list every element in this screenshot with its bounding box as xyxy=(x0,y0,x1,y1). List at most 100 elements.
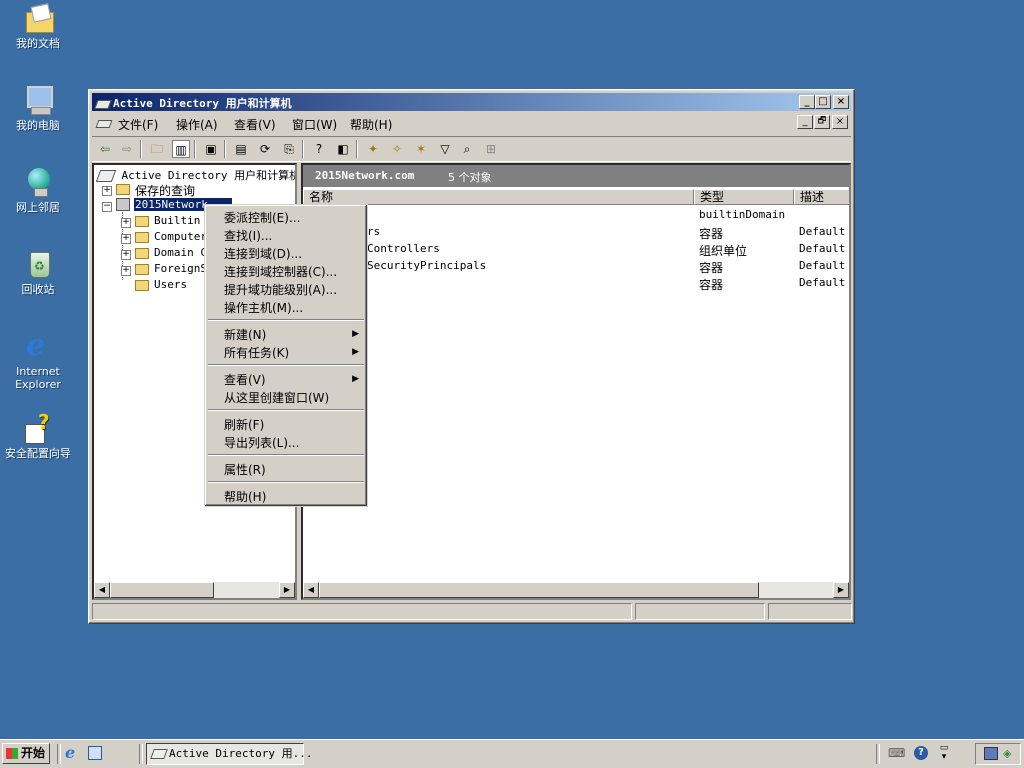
context-menu: 委派控制(E)... 查找(I)... 连接到域(D)... 连接到域控制器(C… xyxy=(204,204,368,507)
system-tray: ◈ xyxy=(975,743,1021,765)
close-button[interactable]: × xyxy=(833,95,849,109)
menu-item-all-tasks[interactable]: 所有任务(K) xyxy=(224,344,289,361)
column-header-description[interactable]: 描述 xyxy=(794,189,849,205)
column-header-type[interactable]: 类型 xyxy=(694,189,794,205)
status-panel xyxy=(92,603,632,620)
tray-separator xyxy=(876,744,880,764)
desktop-icon-internet-explorer[interactable]: e Internet Explorer xyxy=(0,328,76,392)
tree-item-domain-controllers[interactable]: Domain C xyxy=(154,246,207,259)
menu-item-new-window-from-here[interactable]: 从这里创建窗口(W) xyxy=(224,389,329,406)
window-title: Active Directory 用户和计算机 xyxy=(113,97,292,110)
network-tray-icon[interactable]: ⌨ xyxy=(888,746,905,760)
console-tree-icon[interactable]: ◧ xyxy=(334,140,352,158)
details-horizontal-scrollbar[interactable]: ◀ ▶ xyxy=(303,582,849,598)
scroll-left-button[interactable]: ◀ xyxy=(94,582,110,598)
properties-icon[interactable]: ▤ xyxy=(232,140,250,158)
status-panel xyxy=(768,603,852,620)
ou-folder-icon xyxy=(135,248,149,259)
menu-separator xyxy=(208,319,364,321)
tree-item-foreign-security-principals[interactable]: ForeignS xyxy=(154,262,207,275)
desktop-icon-recycle-bin[interactable]: ♻ 回收站 xyxy=(0,248,76,296)
start-label: 开始 xyxy=(21,746,46,760)
help-tray-icon[interactable]: ? xyxy=(914,746,928,760)
scroll-right-button[interactable]: ▶ xyxy=(279,582,295,598)
show-desktop-icon[interactable] xyxy=(88,746,102,760)
desktop-icon-my-computer[interactable]: 我的电脑 xyxy=(0,84,76,132)
filter-icon[interactable]: ▽ xyxy=(436,140,454,158)
collapse-icon[interactable]: − xyxy=(102,202,112,212)
find-icon[interactable]: ⌕ xyxy=(458,140,476,158)
expand-icon[interactable]: + xyxy=(121,234,131,244)
scroll-right-button[interactable]: ▶ xyxy=(833,582,849,598)
tree-horizontal-scrollbar[interactable]: ◀ ▶ xyxy=(94,582,295,598)
child-restore-button[interactable]: 🗗 xyxy=(814,115,830,129)
menu-action[interactable]: 操作(A) xyxy=(176,116,218,133)
ad-snapin-icon xyxy=(150,749,168,759)
menu-item-new[interactable]: 新建(N) xyxy=(224,326,266,343)
maximize-button[interactable]: □ xyxy=(815,95,831,109)
start-button[interactable]: 开始 xyxy=(2,743,50,764)
menu-item-connect-domain[interactable]: 连接到域(D)... xyxy=(224,245,302,262)
expand-icon[interactable]: + xyxy=(121,266,131,276)
minimize-button[interactable]: _ xyxy=(799,95,815,109)
child-minimize-button[interactable]: _ xyxy=(797,115,813,129)
volume-icon[interactable]: ◈ xyxy=(1003,747,1016,760)
refresh-icon[interactable]: ⟳ xyxy=(256,140,274,158)
desktop-icon-network[interactable]: 网上邻居 xyxy=(0,166,76,214)
desktop-icon-label: 网上邻居 xyxy=(16,201,60,214)
menu-item-refresh[interactable]: 刷新(F) xyxy=(224,416,264,433)
up-folder-icon[interactable]: 🗀 xyxy=(148,140,166,158)
menu-file[interactable]: 文件(F) xyxy=(118,116,158,133)
menu-item-find[interactable]: 查找(I)... xyxy=(224,227,272,244)
tree-item-computers[interactable]: Computer xyxy=(154,230,207,243)
menu-item-operations-masters[interactable]: 操作主机(M)... xyxy=(224,299,303,316)
taskbar-button-ad-users[interactable]: Active Directory 用... xyxy=(146,743,312,765)
tree-root[interactable]: Active Directory 用户和计算机 xyxy=(95,167,295,183)
menu-help[interactable]: 帮助(H) xyxy=(350,116,392,133)
new-user-icon[interactable]: ✦ xyxy=(364,140,382,158)
scroll-left-button[interactable]: ◀ xyxy=(303,582,319,598)
row-desc: Default c xyxy=(799,259,849,272)
scroll-thumb[interactable] xyxy=(110,582,214,598)
expand-icon[interactable]: + xyxy=(102,186,112,196)
new-ou-icon[interactable]: ✶ xyxy=(412,140,430,158)
column-header-name[interactable]: 名称 xyxy=(303,189,694,205)
tray-menu-icon[interactable]: ▭ ▾ xyxy=(938,744,950,762)
show-hide-tree-icon[interactable]: ▥ xyxy=(172,140,190,158)
menu-item-view[interactable]: 查看(V) xyxy=(224,371,266,388)
ad-snapin-icon xyxy=(95,170,117,182)
add-to-group-icon[interactable]: ⊞ xyxy=(482,140,500,158)
menu-item-raise-functional-level[interactable]: 提升域功能级别(A)... xyxy=(224,281,337,298)
tree-item-saved-queries[interactable]: 保存的查询 xyxy=(135,182,195,199)
menu-item-delegate-control[interactable]: 委派控制(E)... xyxy=(224,209,300,226)
details-pane[interactable]: 2015Network.com 5 个对象 名称 类型 描述 builtinDo… xyxy=(301,163,851,600)
menu-item-help[interactable]: 帮助(H) xyxy=(224,488,266,505)
back-icon[interactable]: ⇦ xyxy=(96,140,114,158)
scroll-thumb[interactable] xyxy=(319,582,759,598)
ie-quicklaunch-icon[interactable]: e xyxy=(65,745,81,761)
menu-item-connect-dc[interactable]: 连接到域控制器(C)... xyxy=(224,263,337,280)
desktop-icon-my-documents[interactable]: 我的文档 xyxy=(0,2,76,50)
export-icon[interactable]: ⎘ xyxy=(280,140,298,158)
row-name: rs xyxy=(367,225,381,238)
menu-item-properties[interactable]: 属性(R) xyxy=(224,461,266,478)
cut-icon[interactable]: ▣ xyxy=(202,140,220,158)
menu-window[interactable]: 窗口(W) xyxy=(292,116,337,133)
title-bar[interactable]: Active Directory 用户和计算机 _ □ × xyxy=(92,93,851,111)
row-type: 容器 xyxy=(699,278,724,292)
desktop-icon-security-wizard[interactable]: ? 安全配置向导 xyxy=(0,410,76,460)
menu-view[interactable]: 查看(V) xyxy=(234,116,276,133)
new-group-icon[interactable]: ✧ xyxy=(388,140,406,158)
tree-item-users[interactable]: Users xyxy=(154,278,187,291)
row-desc: Default c xyxy=(799,225,849,238)
details-object-count: 5 个对象 xyxy=(448,171,492,184)
menu-item-export-list[interactable]: 导出列表(L)... xyxy=(224,434,300,451)
internet-explorer-icon: e xyxy=(26,328,46,363)
help-icon[interactable]: ? xyxy=(310,140,328,158)
expand-icon[interactable]: + xyxy=(121,250,131,260)
network-connection-icon[interactable] xyxy=(984,747,998,760)
child-close-button[interactable]: × xyxy=(832,115,848,129)
forward-icon[interactable]: ⇨ xyxy=(118,140,136,158)
tree-item-builtin[interactable]: Builtin xyxy=(154,214,200,227)
expand-icon[interactable]: + xyxy=(121,218,131,228)
